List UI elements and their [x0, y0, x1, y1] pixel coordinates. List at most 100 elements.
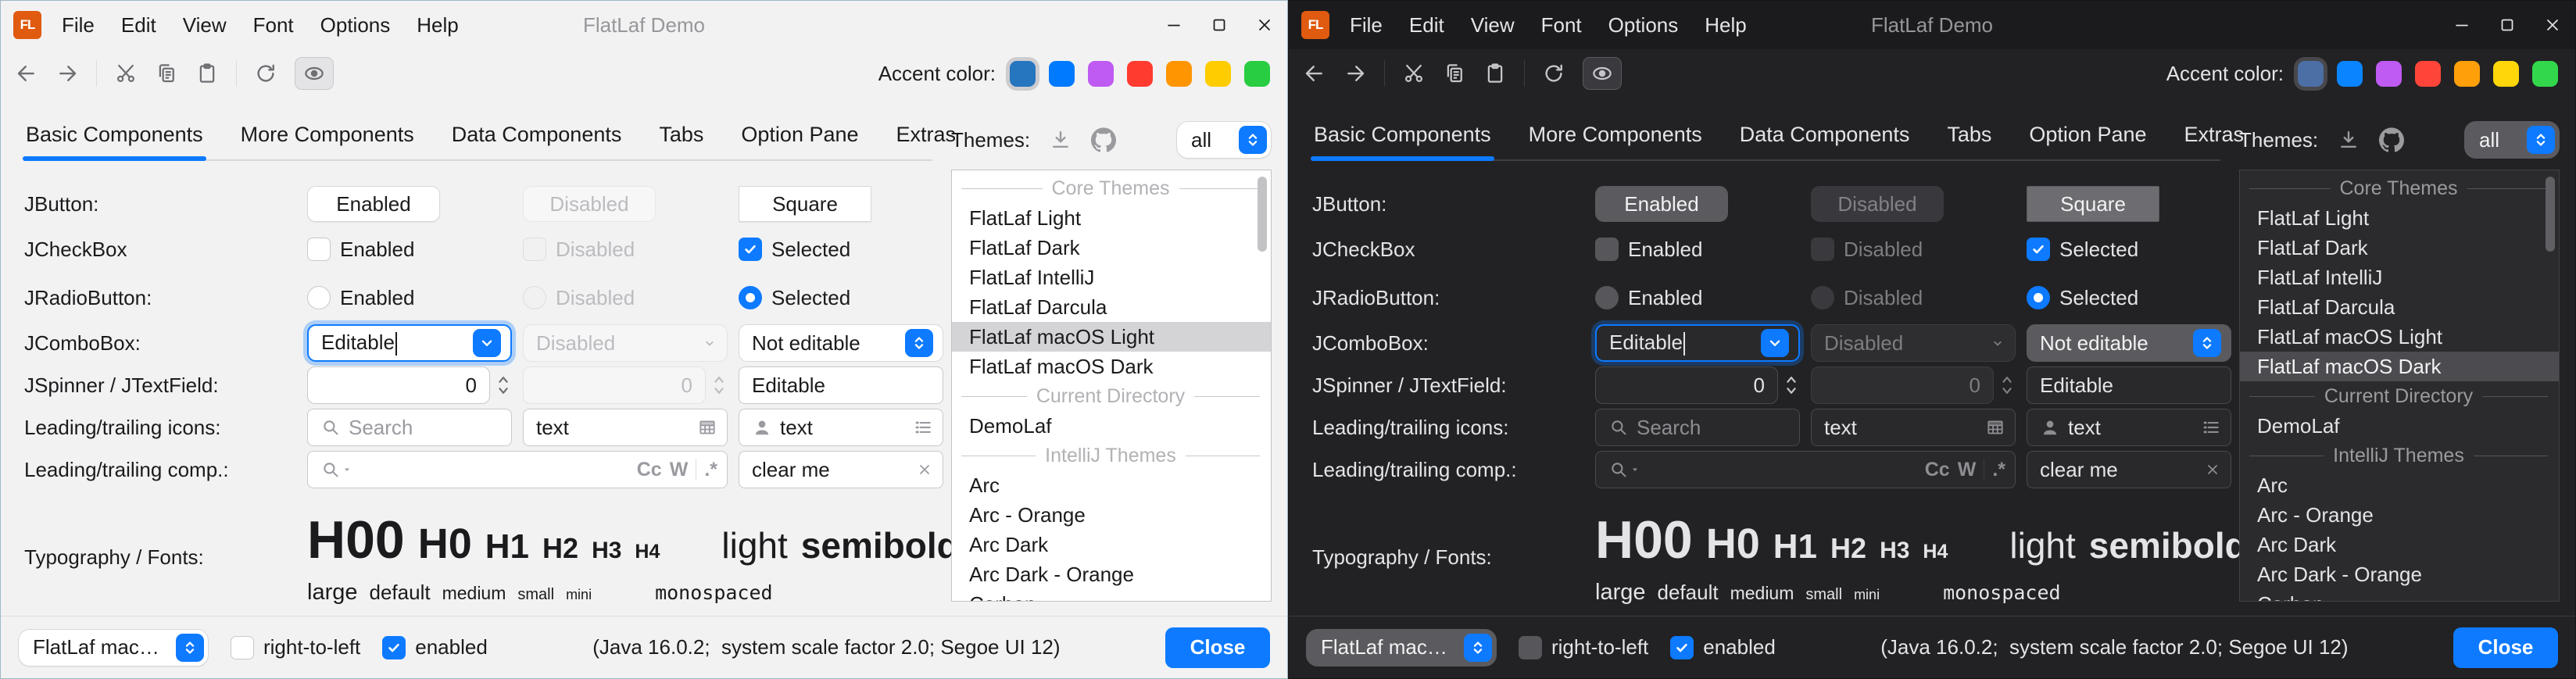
whole-word-button[interactable]: W — [670, 459, 689, 481]
theme-list-item[interactable]: FlatLaf Light — [2240, 203, 2559, 233]
theme-list-item[interactable]: FlatLaf Darcula — [952, 292, 1271, 322]
theme-list-item[interactable]: FlatLaf IntelliJ — [952, 263, 1271, 292]
refresh-icon[interactable] — [254, 62, 277, 85]
tab-option-pane[interactable]: Option Pane — [741, 123, 858, 147]
accent-swatch[interactable] — [1088, 61, 1114, 87]
accent-swatch[interactable] — [1166, 61, 1192, 87]
close-button[interactable]: Close — [2453, 627, 2558, 668]
cut-icon[interactable] — [1402, 62, 1426, 85]
right-to-left-box[interactable] — [231, 636, 254, 659]
tab-option-pane[interactable]: Option Pane — [2029, 123, 2146, 147]
maximize-button[interactable] — [1197, 1, 1242, 49]
whole-word-button[interactable]: W — [1958, 459, 1977, 481]
combobox-editable[interactable]: Editable — [307, 324, 512, 362]
menu-edit[interactable]: Edit — [1409, 13, 1444, 38]
github-icon[interactable] — [2379, 127, 2404, 152]
radio-selected[interactable] — [739, 286, 762, 309]
menu-file[interactable]: File — [62, 13, 95, 38]
accent-swatch[interactable] — [2337, 61, 2363, 87]
table-icon[interactable] — [697, 417, 717, 438]
radio-enabled[interactable] — [1595, 286, 1619, 309]
match-case-button[interactable]: Cc — [1925, 459, 1950, 481]
spinner-field[interactable]: 0 — [1595, 366, 1778, 404]
theme-list-item[interactable]: FlatLaf macOS Light — [2240, 322, 2559, 352]
themes-list[interactable]: Core ThemesFlatLaf LightFlatLaf DarkFlat… — [951, 170, 1272, 602]
enabled-checkbox[interactable]: enabled — [1670, 635, 1776, 659]
updown-chevron-icon[interactable] — [176, 634, 204, 662]
text-input-user[interactable]: text — [2027, 409, 2231, 446]
updown-chevron-icon[interactable] — [1239, 126, 1267, 154]
menu-font[interactable]: Font — [253, 13, 294, 38]
accent-swatch[interactable] — [1127, 61, 1153, 87]
theme-list-item[interactable]: FlatLaf IntelliJ — [2240, 263, 2559, 292]
chevron-down-icon[interactable] — [1761, 329, 1789, 357]
search-comp-input[interactable]: Cc W .* — [307, 451, 728, 488]
theme-list-item[interactable]: FlatLaf macOS Light — [952, 322, 1271, 352]
clear-x-icon[interactable] — [916, 461, 933, 478]
download-icon[interactable] — [2337, 128, 2360, 152]
tab-tabs[interactable]: Tabs — [659, 123, 703, 147]
tab-basic-components[interactable]: Basic Components — [26, 123, 203, 147]
updown-chevron-icon[interactable] — [2193, 329, 2221, 357]
list-menu-icon[interactable] — [2201, 417, 2221, 438]
minimize-button[interactable] — [2439, 1, 2485, 49]
theme-list-item[interactable]: FlatLaf macOS Dark — [952, 352, 1271, 381]
spinner-field[interactable]: 0 — [307, 366, 490, 404]
accent-swatch[interactable] — [1205, 61, 1231, 87]
text-input-calendar[interactable]: text — [1811, 409, 2016, 446]
combobox-editable[interactable]: Editable — [1595, 324, 1800, 362]
forward-icon[interactable] — [1343, 62, 1367, 85]
clear-x-icon[interactable] — [2204, 461, 2221, 478]
tab-basic-components[interactable]: Basic Components — [1314, 123, 1491, 147]
github-icon[interactable] — [1091, 127, 1116, 152]
themes-list[interactable]: Core ThemesFlatLaf LightFlatLaf DarkFlat… — [2239, 170, 2560, 602]
minimize-button[interactable] — [1151, 1, 1197, 49]
cut-icon[interactable] — [114, 62, 138, 85]
enabled-checkbox[interactable]: enabled — [382, 635, 488, 659]
square-button[interactable]: Square — [739, 186, 871, 222]
show-hosted-icon[interactable] — [295, 57, 334, 90]
tab-more-components[interactable]: More Components — [1529, 123, 1702, 147]
textfield-editable[interactable]: Editable — [2027, 366, 2231, 404]
theme-list-item[interactable]: Arc Dark — [952, 530, 1271, 559]
match-case-button[interactable]: Cc — [637, 459, 662, 481]
table-icon[interactable] — [1985, 417, 2005, 438]
combobox-not-editable[interactable]: Not editable — [2027, 324, 2231, 362]
right-to-left-box[interactable] — [1519, 636, 1542, 659]
tab-extras[interactable]: Extras — [2184, 123, 2245, 147]
accent-swatch[interactable] — [2532, 61, 2558, 87]
right-to-left-checkbox[interactable]: right-to-left — [231, 635, 360, 659]
scrollbar-thumb[interactable] — [1258, 177, 1267, 252]
back-icon[interactable] — [1303, 62, 1326, 85]
download-icon[interactable] — [1049, 128, 1072, 152]
regex-button[interactable]: .* — [704, 459, 717, 481]
enabled-box[interactable] — [382, 636, 406, 659]
theme-list-item[interactable]: Arc - Orange — [2240, 500, 2559, 530]
combobox-not-editable[interactable]: Not editable — [739, 324, 943, 362]
theme-list-item[interactable]: Arc Dark — [2240, 530, 2559, 559]
tab-data-components[interactable]: Data Components — [452, 123, 622, 147]
accent-swatch[interactable] — [1049, 61, 1075, 87]
accent-swatch[interactable] — [2298, 61, 2324, 87]
theme-list-item[interactable]: FlatLaf macOS Dark — [2240, 352, 2559, 381]
accent-swatch[interactable] — [2454, 61, 2480, 87]
theme-list-item[interactable]: Carbon — [2240, 589, 2559, 602]
menu-help[interactable]: Help — [1705, 13, 1746, 38]
chevron-down-icon[interactable] — [473, 329, 501, 357]
tab-data-components[interactable]: Data Components — [1740, 123, 1910, 147]
square-button[interactable]: Square — [2027, 186, 2159, 222]
theme-list-item[interactable]: FlatLaf Darcula — [2240, 292, 2559, 322]
theme-list-item[interactable]: Arc - Orange — [952, 500, 1271, 530]
copy-icon[interactable] — [155, 62, 178, 85]
search-comp-input[interactable]: Cc W .* — [1595, 451, 2016, 488]
themes-filter-combobox[interactable]: all — [1176, 121, 1272, 159]
theme-list-item[interactable]: Arc — [952, 470, 1271, 500]
theme-list-item[interactable]: Carbon — [952, 589, 1271, 602]
menu-edit[interactable]: Edit — [121, 13, 156, 38]
theme-list-item[interactable]: FlatLaf Dark — [2240, 233, 2559, 263]
right-to-left-checkbox[interactable]: right-to-left — [1519, 635, 1648, 659]
clearable-input[interactable]: clear me — [2027, 451, 2231, 488]
close-window-button[interactable] — [2530, 1, 2575, 49]
enabled-box[interactable] — [1670, 636, 1694, 659]
theme-list-item[interactable]: Arc Dark - Orange — [2240, 559, 2559, 589]
